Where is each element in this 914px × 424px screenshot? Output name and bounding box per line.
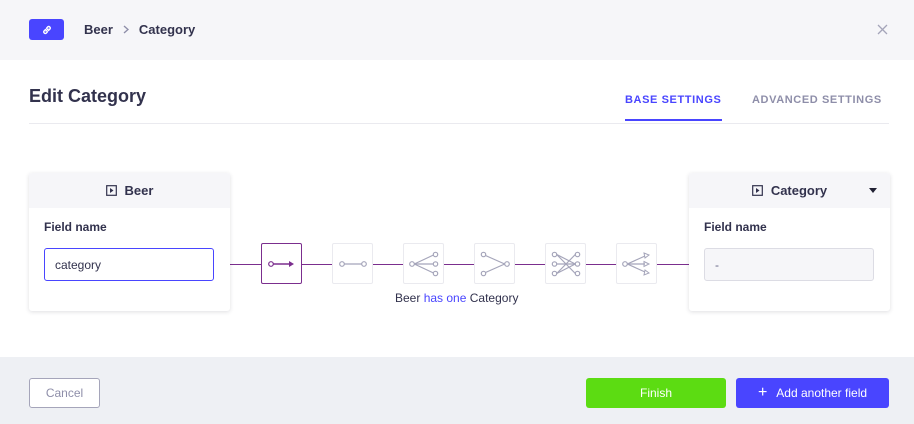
modal-header: Beer Category	[0, 0, 914, 60]
relation-many-to-one-button[interactable]	[474, 243, 515, 284]
active-tab-indicator	[625, 119, 722, 121]
relation-one-to-one-button[interactable]	[332, 243, 373, 284]
caret-down-icon[interactable]	[869, 188, 877, 193]
breadcrumb-item-category: Category	[138, 21, 196, 37]
divider	[29, 123, 889, 124]
relation-has-many-button[interactable]	[616, 243, 657, 284]
cancel-button[interactable]: Cancel	[29, 378, 100, 408]
relation-one-to-many-icon	[408, 251, 438, 276]
finish-button[interactable]: Finish	[586, 378, 726, 408]
relation-type-label: has one	[423, 291, 467, 305]
source-content-type-name: Beer	[124, 183, 154, 198]
relation-description: Beer has one Category	[395, 291, 518, 305]
relation-has-one-button[interactable]	[261, 243, 302, 284]
content-type-icon	[105, 185, 117, 196]
link-icon	[29, 19, 64, 40]
field-name-label: Field name	[704, 220, 767, 234]
tab-base-settings[interactable]: BASE SETTINGS	[625, 94, 721, 106]
relation-many-to-many-icon	[551, 251, 580, 276]
card-header[interactable]: Category	[689, 173, 890, 208]
page-title: Edit Category	[29, 86, 147, 106]
relation-many-to-many-button[interactable]	[545, 243, 586, 284]
add-another-field-label: Add another field	[776, 386, 868, 400]
relation-has-many-icon	[621, 251, 650, 276]
card-header: Beer	[29, 173, 230, 208]
add-another-field-button[interactable]: + Add another field	[736, 378, 889, 408]
relation-has-one-icon	[267, 260, 294, 267]
relation-many-to-one-icon	[480, 251, 510, 276]
relation-object: Category	[469, 291, 519, 305]
target-content-type-name: Category	[770, 183, 828, 198]
breadcrumb: Beer Category	[84, 20, 195, 38]
target-field-name-input: -	[704, 248, 874, 281]
relation-one-to-one-icon	[338, 260, 367, 267]
content-type-icon	[751, 185, 763, 196]
source-content-type-card: Beer Field name	[29, 173, 230, 311]
chevron-right-icon	[123, 24, 129, 34]
tab-advanced-settings[interactable]: ADVANCED SETTINGS	[752, 94, 882, 106]
relation-one-to-many-button[interactable]	[403, 243, 444, 284]
field-name-label: Field name	[44, 220, 107, 234]
field-name-input[interactable]	[44, 248, 214, 281]
close-icon[interactable]	[874, 21, 890, 37]
relation-subject: Beer	[395, 291, 421, 305]
target-content-type-card: Category Field name -	[689, 173, 890, 311]
breadcrumb-item-beer: Beer	[84, 21, 113, 37]
plus-icon: +	[757, 384, 768, 401]
